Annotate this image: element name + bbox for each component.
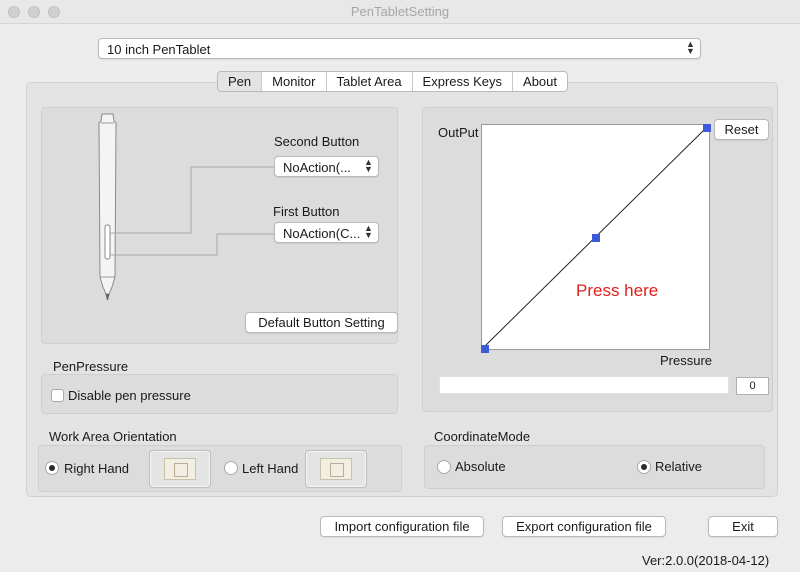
relative-radio[interactable]	[637, 460, 651, 474]
version-label: Ver:2.0.0(2018-04-12)	[642, 553, 770, 568]
first-button-label: First Button	[273, 204, 340, 219]
coordinate-mode-title: CoordinateMode	[434, 429, 531, 444]
right-hand-label[interactable]: Right Hand	[64, 461, 129, 476]
pen-icon	[98, 113, 117, 301]
absolute-label[interactable]: Absolute	[455, 459, 506, 474]
work-area-orientation-title: Work Area Orientation	[49, 429, 177, 444]
left-hand-label[interactable]: Left Hand	[242, 461, 298, 476]
left-hand-radio[interactable]	[224, 461, 238, 475]
second-button-select[interactable]: NoAction(... ▲ ▼	[274, 156, 379, 177]
pressure-value-field: 0	[736, 377, 769, 395]
tab-about[interactable]: About	[512, 72, 567, 91]
second-button-value: NoAction(...	[283, 160, 351, 175]
chevron-updown-icon: ▲ ▼	[686, 39, 695, 56]
output-axis-label: OutPut	[438, 125, 479, 140]
device-select-value: 10 inch PenTablet	[107, 42, 211, 57]
tablet-left-hand-image	[305, 450, 367, 488]
pressure-level-bar	[439, 376, 729, 394]
tab-pen[interactable]: Pen	[218, 72, 262, 91]
tab-express-keys[interactable]: Express Keys	[411, 72, 512, 91]
first-button-select[interactable]: NoAction(C... ▲ ▼	[274, 222, 379, 243]
export-config-button[interactable]: Export configuration file	[502, 516, 666, 537]
second-button-label: Second Button	[274, 134, 360, 149]
reset-button[interactable]: Reset	[714, 119, 769, 140]
chevron-updown-icon: ▲ ▼	[364, 157, 373, 174]
tab-monitor[interactable]: Monitor	[261, 72, 325, 91]
second-button-connector	[110, 166, 274, 234]
window-title: PenTabletSetting	[350, 4, 450, 19]
press-here-prompt: Press here	[576, 281, 659, 300]
disable-pen-pressure-checkbox[interactable]	[51, 389, 64, 402]
first-button-connector	[110, 233, 274, 256]
disable-pen-pressure-label[interactable]: Disable pen pressure	[68, 388, 191, 403]
tablet-right-hand-image	[149, 450, 211, 488]
default-button-setting-button[interactable]: Default Button Setting	[245, 312, 398, 333]
tab-tablet-area[interactable]: Tablet Area	[325, 72, 412, 91]
tab-bar: Pen Monitor Tablet Area Express Keys Abo…	[217, 71, 569, 92]
relative-label[interactable]: Relative	[655, 459, 702, 474]
right-hand-radio[interactable]	[45, 461, 59, 475]
curve-mid-handle[interactable]	[592, 234, 600, 242]
title-bar: PenTabletSetting	[0, 0, 800, 24]
pressure-axis-label: Pressure	[660, 353, 713, 368]
chevron-updown-icon: ▲ ▼	[364, 223, 373, 240]
pen-pressure-title: PenPressure	[53, 359, 129, 374]
import-config-button[interactable]: Import configuration file	[320, 516, 484, 537]
device-select[interactable]: 10 inch PenTablet ▲ ▼	[98, 38, 701, 59]
curve-start-handle[interactable]	[481, 345, 489, 353]
first-button-value: NoAction(C...	[283, 226, 361, 241]
exit-button[interactable]: Exit	[708, 516, 778, 537]
absolute-radio[interactable]	[437, 460, 451, 474]
curve-end-handle[interactable]	[703, 124, 711, 132]
